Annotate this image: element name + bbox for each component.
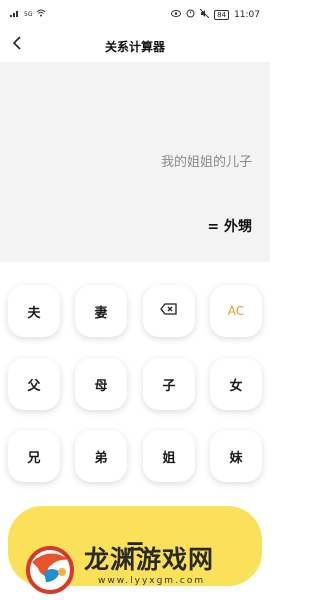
status-time: 11:07 — [234, 10, 260, 20]
clear-button[interactable]: AC — [210, 285, 262, 337]
key-father[interactable]: 父 — [8, 358, 60, 410]
key-son[interactable]: 子 — [143, 358, 195, 410]
key-daughter[interactable]: 女 — [210, 358, 262, 410]
backspace-icon — [160, 303, 178, 319]
mute-icon — [199, 8, 210, 21]
key-younger-sister[interactable]: 妹 — [210, 430, 262, 482]
signal-icon — [10, 9, 20, 20]
watermark-url: www.lyyxgm.com — [98, 576, 206, 586]
keypad: 夫 妻 AC 父 母 子 女 兄 弟 姐 妹 — [0, 262, 270, 502]
status-right: 84 11:07 — [171, 8, 260, 21]
key-younger-brother[interactable]: 弟 — [75, 430, 127, 482]
wifi-icon — [36, 9, 46, 20]
status-bar: 5G 84 11:07 — [0, 0, 270, 28]
network-label: 5G — [24, 11, 33, 18]
watermark-logo-icon — [22, 542, 78, 598]
result-text: = 外甥 — [207, 219, 252, 235]
watermark-title: 龙渊游戏网 — [84, 545, 215, 574]
battery-indicator: 84 — [214, 10, 230, 20]
key-husband[interactable]: 夫 — [8, 285, 60, 337]
key-elder-sister[interactable]: 姐 — [143, 430, 195, 482]
watermark: 龙渊游戏网 www.lyyxgm.com — [22, 540, 262, 596]
nav-bar: 关系计算器 — [0, 28, 270, 62]
eye-icon — [171, 10, 182, 20]
key-wife[interactable]: 妻 — [75, 285, 127, 337]
key-mother[interactable]: 母 — [75, 358, 127, 410]
status-left: 5G — [10, 9, 46, 20]
page-title: 关系计算器 — [104, 40, 165, 54]
alarm-icon — [186, 9, 195, 21]
key-elder-brother[interactable]: 兄 — [8, 430, 60, 482]
backspace-button[interactable] — [143, 285, 195, 337]
expression-text: 我的姐姐的儿子 — [160, 155, 252, 170]
result-display: 我的姐姐的儿子 = 外甥 — [0, 62, 270, 262]
